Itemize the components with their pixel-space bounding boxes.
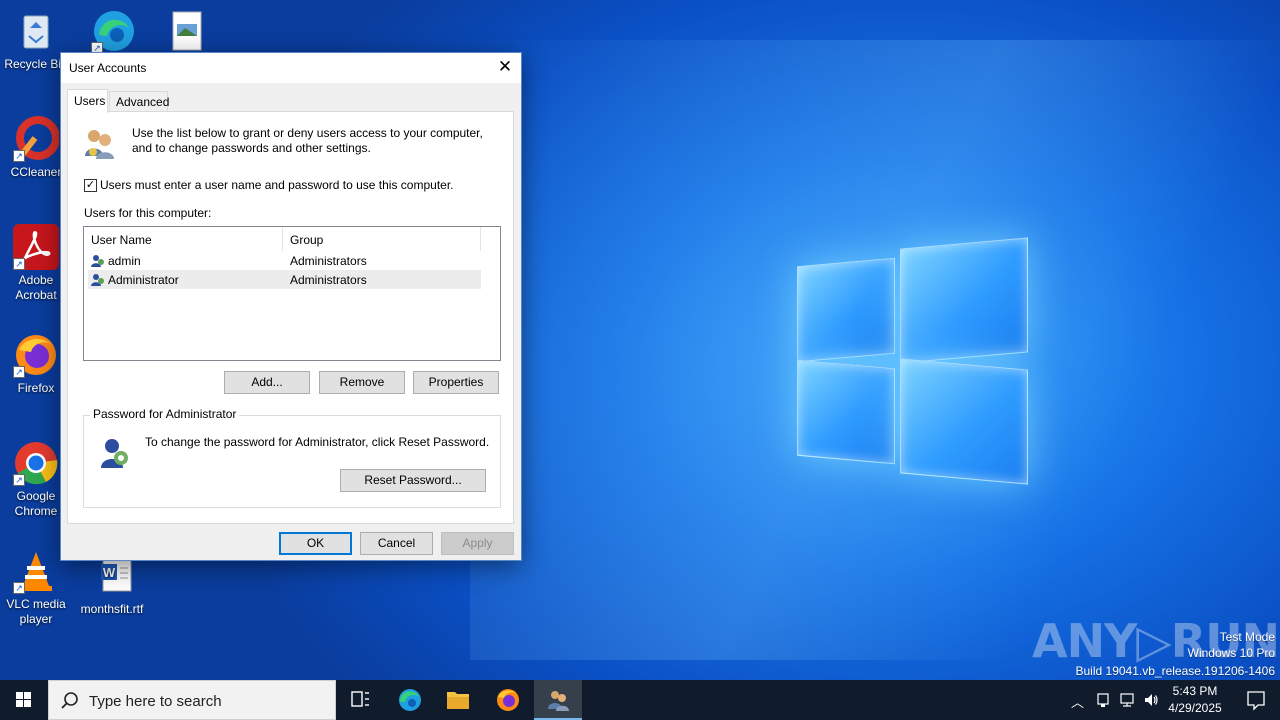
task-view-button[interactable] <box>336 680 384 720</box>
volume-button[interactable] <box>1143 692 1159 711</box>
svg-text:W: W <box>103 565 116 580</box>
password-group-legend: Password for Administrator <box>90 407 240 421</box>
network-icon <box>1120 693 1134 707</box>
watermark: ANY▷RUN Test Mode Windows 10 Pro Build 1… <box>1030 612 1280 682</box>
image-file-icon <box>163 8 209 54</box>
recycle-bin-icon <box>13 8 59 54</box>
properties-button[interactable]: Properties <box>413 371 499 394</box>
users-group-icon <box>82 126 116 160</box>
search-placeholder: Type here to search <box>89 693 222 710</box>
test-mode-label: Test Mode <box>1219 630 1275 644</box>
users-group-icon <box>548 691 569 711</box>
action-center-button[interactable] <box>1232 680 1280 720</box>
group-cell: Administrators <box>290 254 367 268</box>
dialog-titlebar[interactable]: User Accounts ✕ <box>61 53 521 83</box>
taskbar-edge[interactable] <box>386 680 434 720</box>
desktop-icon-monthsfit-rtf[interactable]: W monthsfit.rtf <box>76 556 148 617</box>
user-key-icon <box>98 436 132 470</box>
tab-label: Users <box>74 94 106 108</box>
shortcut-arrow-icon: ↗ <box>13 258 25 270</box>
windows-edition-label: Windows 10 Pro <box>1187 646 1275 660</box>
word-document-icon: W <box>89 556 135 594</box>
password-instruction-text: To change the password for Administrator… <box>145 435 490 449</box>
users-listview[interactable]: User Name Group admin Administrators Adm… <box>83 226 501 361</box>
firefox-icon <box>497 689 519 711</box>
group-cell: Administrators <box>290 273 367 287</box>
cancel-button[interactable]: Cancel <box>360 532 433 555</box>
taskbar-user-accounts[interactable] <box>534 680 582 720</box>
users-tab-panel: Use the list below to grant or deny user… <box>67 111 514 524</box>
network-button[interactable] <box>1119 692 1135 711</box>
speaker-icon <box>1145 694 1158 706</box>
shortcut-arrow-icon: ↗ <box>13 474 25 486</box>
tab-label: Advanced <box>116 95 170 109</box>
edge-icon <box>399 689 421 711</box>
taskbar-search[interactable]: Type here to search <box>48 680 336 720</box>
task-view-icon <box>351 691 369 707</box>
taskbar-firefox[interactable] <box>484 680 532 720</box>
user-name-cell: admin <box>108 254 141 268</box>
tab-advanced[interactable]: Advanced <box>109 91 170 111</box>
table-row[interactable]: admin Administrators <box>88 251 481 270</box>
add-button[interactable]: Add... <box>224 371 310 394</box>
user-accounts-dialog: User Accounts ✕ Users Advanced Use the l… <box>60 52 522 561</box>
edge-icon: ↗ <box>91 8 137 54</box>
chrome-icon: ↗ <box>13 440 59 486</box>
must-login-option[interactable]: ✓ Users must enter a user name and passw… <box>84 178 454 192</box>
intro-text: Use the list below to grant or deny user… <box>132 126 483 155</box>
shortcut-arrow-icon: ↗ <box>13 582 25 594</box>
remove-button[interactable]: Remove <box>319 371 405 394</box>
clock-date: 4/29/2025 <box>1168 701 1222 715</box>
adobe-acrobat-icon: ↗ <box>13 224 59 270</box>
windows-start-icon <box>16 692 31 707</box>
build-label: Build 19041.vb_release.191206-1406 <box>1075 664 1276 678</box>
column-user-name[interactable]: User Name <box>84 227 283 251</box>
shortcut-arrow-icon: ↗ <box>13 366 25 378</box>
tab-users[interactable]: Users <box>67 89 108 113</box>
shortcut-arrow-icon: ↗ <box>13 150 25 162</box>
close-icon: ✕ <box>497 57 513 76</box>
user-icon <box>91 255 104 267</box>
listview-header: User Name Group <box>84 227 500 251</box>
start-button[interactable] <box>0 680 48 720</box>
reset-password-button[interactable]: Reset Password... <box>340 469 486 492</box>
folder-icon <box>447 692 469 709</box>
notification-icon <box>1247 691 1265 711</box>
vlc-icon: ↗ <box>13 548 59 594</box>
ok-button[interactable]: OK <box>279 532 352 555</box>
password-groupbox: Password for Administrator To change the… <box>83 407 501 508</box>
column-group[interactable]: Group <box>283 227 481 251</box>
show-hidden-icons-button[interactable]: ︿ <box>1071 692 1084 711</box>
desktop-icon-label: VLC media player <box>6 597 66 626</box>
tray-app-icon[interactable] <box>1096 692 1110 711</box>
must-login-label: Users must enter a user name and passwor… <box>100 178 454 192</box>
user-icon <box>91 274 104 286</box>
desktop-icon-image-file[interactable] <box>150 8 222 57</box>
users-list-label: Users for this computer: <box>84 206 212 220</box>
desktop-icon-edge[interactable]: ↗ <box>78 8 150 57</box>
table-row[interactable]: Administrator Administrators <box>88 270 481 289</box>
taskbar-file-explorer[interactable] <box>434 680 482 720</box>
must-login-checkbox[interactable]: ✓ <box>84 178 97 192</box>
firefox-icon: ↗ <box>13 332 59 378</box>
close-button[interactable]: ✕ <box>489 53 521 83</box>
device-icon <box>1097 693 1109 707</box>
taskbar: Type here to search ︿ 5:43 PM 4/29/2025 <box>0 680 1280 720</box>
search-icon <box>61 692 78 709</box>
taskbar-clock[interactable]: 5:43 PM 4/29/2025 <box>1160 683 1230 717</box>
desktop-icon-label: monthsfit.rtf <box>80 602 144 616</box>
apply-button[interactable]: Apply <box>441 532 514 555</box>
dialog-title: User Accounts <box>69 61 147 75</box>
user-name-cell: Administrator <box>108 273 179 287</box>
ccleaner-icon: ↗ <box>13 116 60 162</box>
chevron-up-icon: ︿ <box>1071 695 1085 710</box>
clock-time: 5:43 PM <box>1172 684 1218 698</box>
